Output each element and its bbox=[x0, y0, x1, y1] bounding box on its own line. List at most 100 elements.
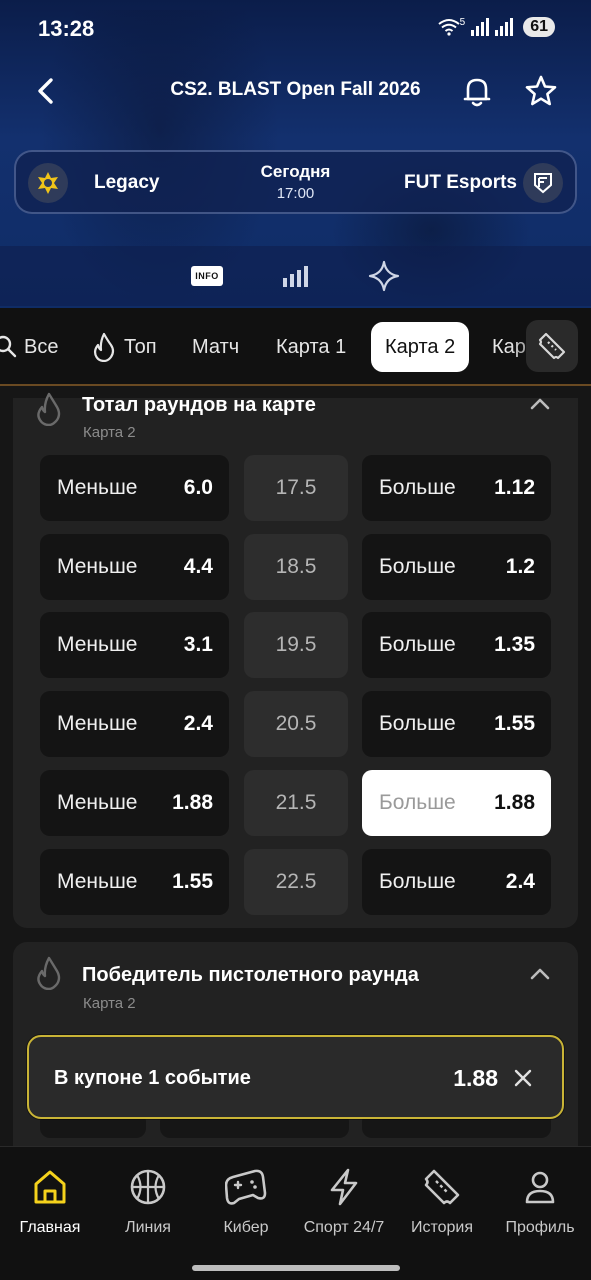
star-icon[interactable] bbox=[522, 72, 560, 110]
network-type: 5 bbox=[459, 16, 466, 28]
nav-label: Кибер bbox=[223, 1219, 269, 1236]
battery-level: 61 bbox=[523, 17, 555, 37]
total-line: 21.5 bbox=[275, 791, 317, 814]
odds-label: Больше bbox=[379, 476, 456, 499]
close-icon[interactable] bbox=[512, 1067, 534, 1089]
odds-value: 1.88 bbox=[494, 791, 535, 814]
odds-value: 1.35 bbox=[494, 633, 535, 656]
nav-label: Главная bbox=[19, 1219, 81, 1236]
market-subtitle: Карта 2 bbox=[83, 424, 136, 441]
total-line: 20.5 bbox=[275, 712, 317, 735]
total-line: 18.5 bbox=[275, 555, 317, 578]
stats-tab[interactable] bbox=[277, 258, 313, 294]
odds-value: 1.55 bbox=[172, 870, 213, 893]
nav-line[interactable]: Линия bbox=[98, 1167, 198, 1237]
nav-label: Спорт 24/7 bbox=[303, 1219, 385, 1236]
coupon-total-odds: 1.88 bbox=[453, 1065, 498, 1091]
odds-label: Больше bbox=[379, 712, 456, 735]
tab-map1[interactable]: Карта 1 bbox=[276, 322, 346, 372]
odds-label: Меньше bbox=[57, 555, 138, 578]
total-line-cell: 21.5 bbox=[244, 770, 348, 836]
total-line-cell: 19.5 bbox=[244, 612, 348, 678]
total-line: 17.5 bbox=[275, 476, 317, 499]
nav-label: Профиль bbox=[505, 1219, 575, 1236]
tab-label: Карта 1 bbox=[276, 335, 347, 358]
chevron-up-icon[interactable] bbox=[528, 962, 552, 986]
odds-value: 3.1 bbox=[183, 633, 213, 656]
home-icon bbox=[34, 1170, 66, 1204]
odds-under-cell[interactable]: Меньше 1.88 bbox=[40, 770, 229, 836]
odds-under-cell[interactable]: Меньше 1.55 bbox=[40, 849, 229, 915]
total-line-cell: 20.5 bbox=[244, 691, 348, 757]
odds-label: Меньше bbox=[57, 633, 138, 656]
lightning-icon bbox=[330, 1168, 358, 1206]
nav-cyber[interactable]: Кибер bbox=[196, 1167, 296, 1237]
total-line: 22.5 bbox=[275, 870, 317, 893]
status-icons: 5 61 bbox=[438, 17, 555, 37]
page-title: CS2. BLAST Open Fall 2026 bbox=[170, 79, 421, 100]
odds-under-cell[interactable]: Меньше 2.4 bbox=[40, 691, 229, 757]
odds-over-cell[interactable]: Больше 1.12 bbox=[362, 455, 551, 521]
nav-label: История bbox=[410, 1219, 474, 1236]
nav-sport-247[interactable]: Спорт 24/7 bbox=[294, 1167, 394, 1237]
odds-value: 2.4 bbox=[183, 712, 213, 735]
sparkle-tab[interactable] bbox=[366, 258, 402, 294]
odds-under-cell[interactable]: Меньше 4.4 bbox=[40, 534, 229, 600]
odds-under-cell[interactable]: Меньше 6.0 bbox=[40, 455, 229, 521]
signal-icon-2 bbox=[495, 18, 514, 36]
wifi-icon bbox=[438, 19, 460, 36]
bell-icon[interactable] bbox=[458, 72, 496, 110]
status-bar: 13:28 5 61 bbox=[0, 0, 591, 56]
tab-label: Все bbox=[24, 335, 59, 358]
odds-value: 6.0 bbox=[183, 476, 213, 499]
market-title: Победитель пистолетного раунда bbox=[82, 964, 419, 986]
odds-value: 1.55 bbox=[494, 712, 535, 735]
odds-value: 1.88 bbox=[172, 791, 213, 814]
flame-icon bbox=[93, 332, 115, 362]
tab-match[interactable]: Матч bbox=[192, 322, 239, 372]
odds-value: 1.12 bbox=[494, 476, 535, 499]
odds-label: Меньше bbox=[57, 712, 138, 735]
ticket-icon bbox=[538, 332, 566, 360]
nav-profile[interactable]: Профиль bbox=[490, 1167, 590, 1237]
odds-over-cell-selected[interactable]: Больше 1.88 bbox=[362, 770, 551, 836]
market-subtitle: Карта 2 bbox=[83, 995, 136, 1012]
coupon-label: В купоне 1 событие bbox=[54, 1067, 251, 1089]
info-tab[interactable]: INFO bbox=[189, 258, 225, 294]
odds-over-cell[interactable]: Больше 1.55 bbox=[362, 691, 551, 757]
odds-label: Больше bbox=[379, 633, 456, 656]
total-line-cell: 17.5 bbox=[244, 455, 348, 521]
tab-all[interactable]: Все bbox=[0, 322, 58, 372]
odds-value: 1.2 bbox=[505, 555, 535, 578]
odds-label: Меньше bbox=[57, 476, 138, 499]
odds-label: Меньше bbox=[57, 870, 138, 893]
odds-under-cell[interactable]: Меньше 3.1 bbox=[40, 612, 229, 678]
flame-icon bbox=[37, 392, 61, 426]
sparkle-icon bbox=[368, 260, 400, 292]
top-bar: CS2. BLAST Open Fall 2026 bbox=[0, 62, 591, 120]
odds-label: Больше bbox=[379, 791, 456, 814]
total-line-cell: 18.5 bbox=[244, 534, 348, 600]
bottom-navigation: Главная Линия Кибер Спорт 24/7 История П… bbox=[0, 1146, 591, 1280]
team2-name: FUT Esports bbox=[404, 172, 517, 193]
odds-value: 4.4 bbox=[183, 555, 213, 578]
nav-home[interactable]: Главная bbox=[0, 1167, 100, 1237]
odds-label: Больше bbox=[379, 555, 456, 578]
match-card: Legacy Сегодня 17:00 FUT Esports bbox=[14, 150, 577, 214]
total-line-cell: 22.5 bbox=[244, 849, 348, 915]
coupon-summary-bar[interactable]: В купоне 1 событие 1.88 bbox=[27, 1035, 564, 1119]
team2-logo bbox=[523, 163, 563, 203]
profile-icon bbox=[525, 1171, 555, 1204]
tab-map2[interactable]: Карта 2 bbox=[371, 322, 470, 372]
home-indicator bbox=[192, 1265, 400, 1271]
tab-top[interactable]: Топ bbox=[92, 322, 157, 372]
odds-value: 2.4 bbox=[505, 870, 535, 893]
odds-over-cell[interactable]: Больше 2.4 bbox=[362, 849, 551, 915]
market-title: Тотал раундов на карте bbox=[82, 394, 316, 416]
nav-history[interactable]: История bbox=[392, 1167, 492, 1237]
odds-over-cell[interactable]: Больше 1.2 bbox=[362, 534, 551, 600]
coupon-button[interactable] bbox=[526, 320, 578, 372]
market-tabs: Все Топ Матч Карта 1 Карта 2 Кар bbox=[0, 308, 591, 386]
odds-over-cell[interactable]: Больше 1.35 bbox=[362, 612, 551, 678]
chevron-up-icon[interactable] bbox=[528, 392, 552, 416]
